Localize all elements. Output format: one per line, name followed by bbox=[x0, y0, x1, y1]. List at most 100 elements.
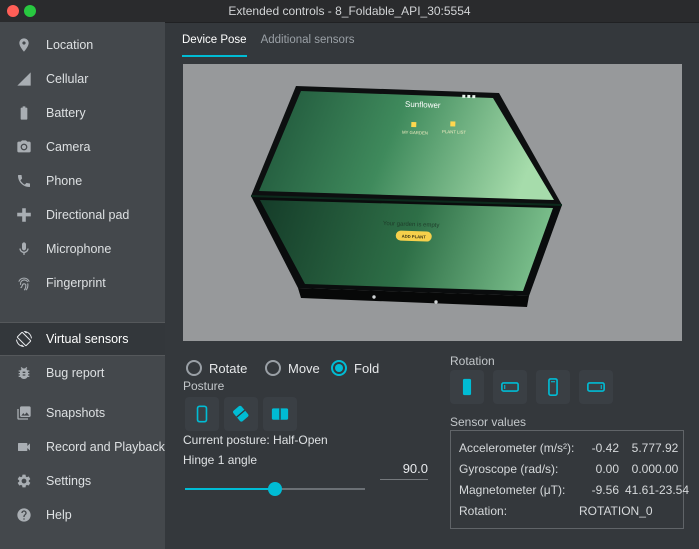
slider-fill bbox=[185, 488, 275, 490]
sidebar-item-location[interactable]: Location bbox=[0, 28, 165, 62]
close-button[interactable] bbox=[7, 5, 19, 17]
sensor-value-x: -0.42 bbox=[591, 440, 619, 455]
sensor-value-y: 5.77 bbox=[631, 440, 655, 455]
help-icon bbox=[16, 507, 32, 523]
sidebar-item-settings[interactable]: Settings bbox=[0, 464, 165, 498]
tab-device-pose[interactable]: Device Pose bbox=[182, 34, 247, 57]
settings-gear-icon bbox=[16, 473, 32, 489]
posture-half-open-icon bbox=[233, 405, 249, 422]
posture-half-open-button[interactable] bbox=[224, 397, 258, 431]
sidebar-item-label: Snapshots bbox=[46, 406, 106, 420]
mini-app-title: Sunflower bbox=[405, 100, 441, 110]
rotation-landscape-reversed-icon bbox=[587, 382, 605, 392]
foldable-front-panel bbox=[250, 195, 563, 296]
sidebar-item-help[interactable]: Help bbox=[0, 498, 165, 532]
mini-add-plant-label: ADD PLANT bbox=[402, 234, 427, 240]
slider-thumb[interactable] bbox=[268, 482, 282, 496]
sidebar-item-label: Camera bbox=[46, 140, 91, 154]
sensor-name: Rotation: bbox=[459, 503, 508, 518]
radio-circle bbox=[186, 360, 202, 376]
sidebar-item-virtual-sensors[interactable]: Virtual sensors bbox=[0, 322, 165, 356]
move-radio-label: Move bbox=[288, 360, 320, 376]
sidebar-item-record-playback[interactable]: Record and Playback bbox=[0, 430, 165, 464]
sidebar-item-bug-report[interactable]: Bug report bbox=[0, 356, 165, 390]
hinge-angle-slider[interactable] bbox=[185, 482, 365, 496]
device-3d-view[interactable]: Sunflower MY GARDEN PLANT LIST Your gard… bbox=[183, 64, 682, 341]
rotation-landscape-icon bbox=[501, 382, 519, 392]
hinge-angle-label: Hinge 1 angle bbox=[183, 453, 258, 467]
rotation-landscape-button[interactable] bbox=[493, 370, 527, 404]
sidebar-item-label: Record and Playback bbox=[46, 440, 165, 454]
sidebar-item-label: Location bbox=[46, 38, 94, 52]
posture-label: Posture bbox=[183, 379, 225, 393]
mini-garden-tab-icon bbox=[411, 121, 417, 128]
sensor-name: Magnetometer (μT): bbox=[459, 482, 566, 497]
mini-tab-my-garden: MY GARDEN bbox=[402, 130, 428, 136]
record-icon bbox=[16, 439, 32, 455]
rotation-landscape-reversed-button[interactable] bbox=[579, 370, 613, 404]
hinge-angle-input[interactable]: 90.0 bbox=[380, 458, 428, 480]
radio-circle bbox=[331, 360, 347, 376]
rotation-portrait-reversed-icon bbox=[548, 378, 558, 396]
sidebar-item-cellular[interactable]: Cellular bbox=[0, 62, 165, 96]
sidebar-item-label: Phone bbox=[46, 174, 83, 188]
battery-icon bbox=[16, 105, 32, 121]
sensor-rotation-value: ROTATION_0 bbox=[579, 503, 653, 518]
sensor-value-x: 0.00 bbox=[595, 461, 619, 476]
extended-controls-window: Extended controls - 8_Foldable_API_30:55… bbox=[0, 0, 699, 549]
sidebar-item-battery[interactable]: Battery bbox=[0, 96, 165, 130]
sidebar-item-label: Virtual sensors bbox=[46, 332, 129, 346]
zoom-button[interactable] bbox=[24, 5, 36, 17]
sidebar-item-label: Help bbox=[46, 508, 72, 522]
sensor-name: Accelerometer (m/s²): bbox=[459, 440, 575, 455]
mini-plantlist-tab-icon bbox=[450, 121, 456, 127]
sidebar-item-snapshots[interactable]: Snapshots bbox=[0, 396, 165, 430]
sensor-values-panel: Accelerometer (m/s²): -0.42 5.77 7.92 Gy… bbox=[450, 430, 689, 529]
virtual-sensors-icon bbox=[16, 331, 32, 347]
move-radio[interactable]: Move bbox=[265, 359, 320, 377]
sidebar-item-phone[interactable]: Phone bbox=[0, 164, 165, 198]
sidebar-item-camera[interactable]: Camera bbox=[0, 130, 165, 164]
window-title: Extended controls - 8_Foldable_API_30:55… bbox=[228, 4, 471, 18]
sidebar-item-label: Directional pad bbox=[46, 208, 130, 222]
phone-icon bbox=[16, 173, 32, 189]
fold-radio[interactable]: Fold bbox=[331, 359, 379, 377]
fingerprint-icon bbox=[16, 275, 32, 291]
mini-tab-plant-list: PLANT LIST bbox=[442, 129, 467, 135]
rotate-radio-label: Rotate bbox=[209, 360, 248, 376]
camera-icon bbox=[16, 139, 32, 155]
titlebar: Extended controls - 8_Foldable_API_30:55… bbox=[0, 0, 699, 23]
posture-open-button[interactable] bbox=[263, 397, 297, 431]
current-posture-text: Current posture: Half-Open bbox=[183, 433, 328, 447]
sidebar-item-directional-pad[interactable]: Directional pad bbox=[0, 198, 165, 232]
sidebar: Location Cellular Battery Camera Phone D… bbox=[0, 22, 165, 549]
sensor-value-z: -23.54 bbox=[655, 482, 690, 497]
sidebar-item-label: Settings bbox=[46, 474, 92, 488]
sidebar-item-label: Bug report bbox=[46, 366, 105, 380]
sensor-row-rotation: Rotation: ROTATION_0 bbox=[459, 500, 675, 521]
sensor-value-x: -9.56 bbox=[591, 482, 619, 497]
sensor-value-y: 0.00 bbox=[631, 461, 655, 476]
sidebar-item-label: Cellular bbox=[46, 72, 89, 86]
bug-report-icon bbox=[16, 365, 32, 381]
snapshots-icon bbox=[16, 405, 32, 421]
sidebar-item-label: Microphone bbox=[46, 242, 112, 256]
sensor-row-magnetometer: Magnetometer (μT): -9.56 41.61 -23.54 bbox=[459, 479, 689, 500]
tab-bar: Device Pose Additional sensors bbox=[182, 34, 355, 57]
tab-additional-sensors[interactable]: Additional sensors bbox=[261, 34, 355, 57]
edge-camera-dot bbox=[434, 300, 438, 304]
rotation-label: Rotation bbox=[450, 354, 495, 368]
sidebar-item-microphone[interactable]: Microphone bbox=[0, 232, 165, 266]
sidebar-item-fingerprint[interactable]: Fingerprint bbox=[0, 266, 165, 300]
sensor-value-z: 0.00 bbox=[655, 461, 679, 476]
posture-closed-button[interactable] bbox=[185, 397, 219, 431]
microphone-icon bbox=[16, 241, 32, 257]
rotation-portrait-reversed-button[interactable] bbox=[536, 370, 570, 404]
edge-camera-dot bbox=[372, 295, 376, 299]
rotation-portrait-button[interactable] bbox=[450, 370, 484, 404]
mini-status-icons bbox=[462, 94, 476, 99]
cellular-icon bbox=[16, 71, 32, 87]
sensor-row-gyroscope: Gyroscope (rad/s): 0.00 0.00 0.00 bbox=[459, 458, 679, 479]
location-icon bbox=[16, 37, 32, 53]
rotate-radio[interactable]: Rotate bbox=[186, 359, 247, 377]
